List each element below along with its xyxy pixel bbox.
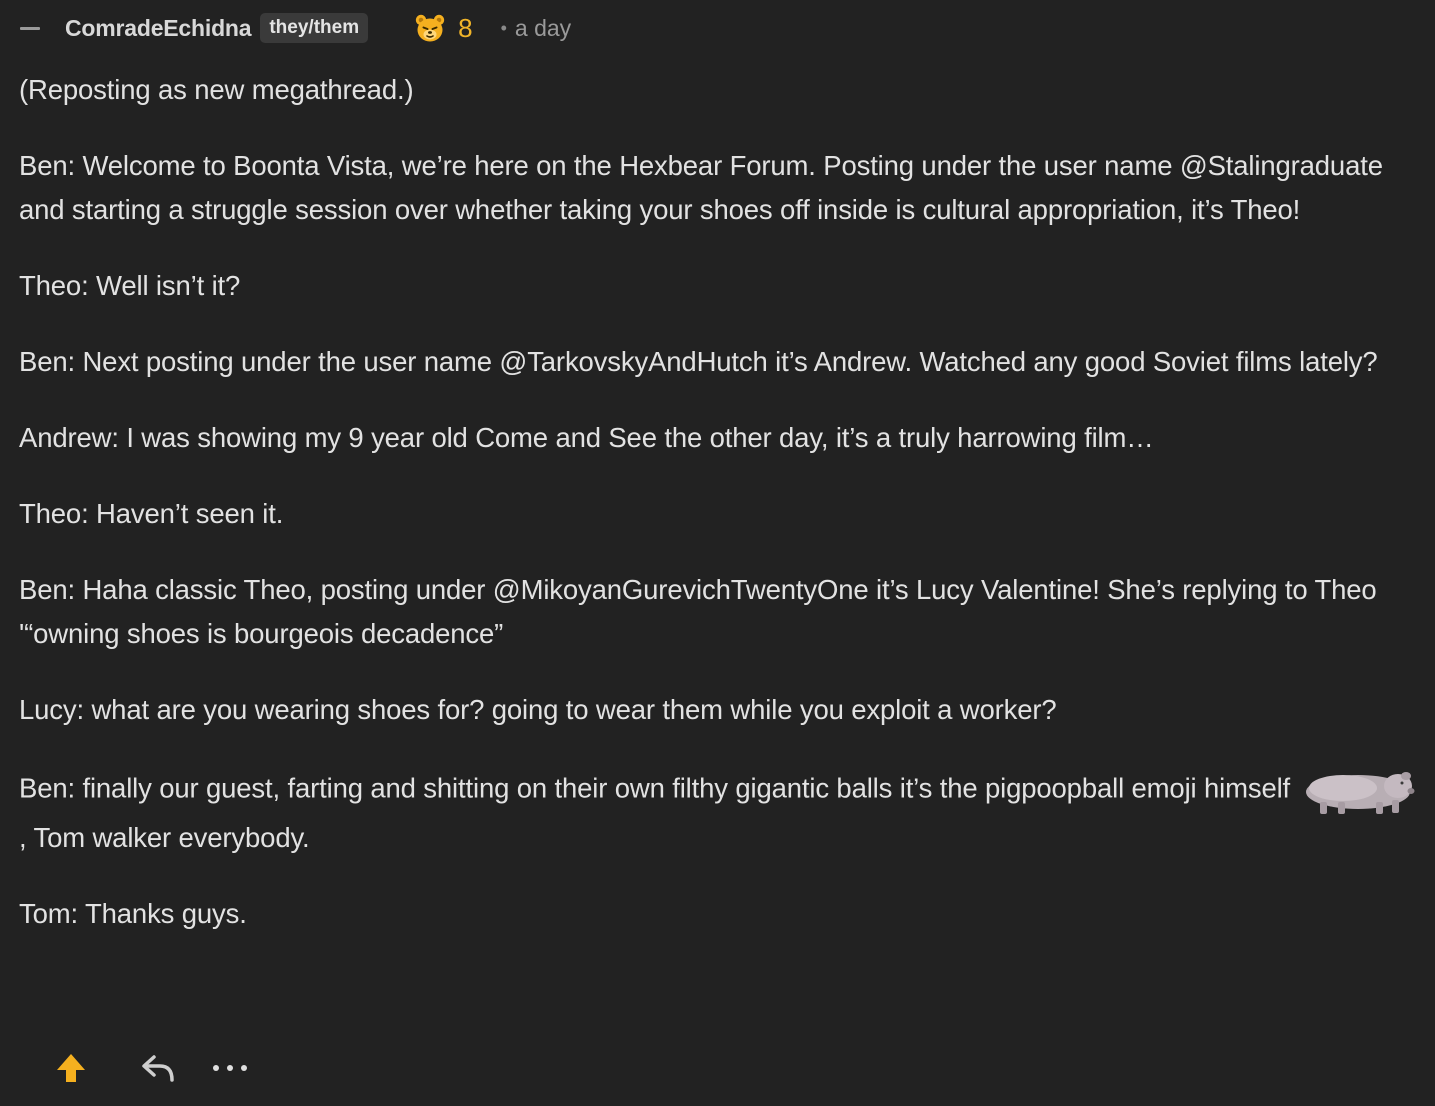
comment-paragraph: Lucy: what are you wearing shoes for? go… [19,694,1057,725]
emoji-paragraph-after: , Tom walker everybody. [19,822,310,853]
comment-actions [52,1044,250,1092]
upvote-button[interactable] [52,1048,90,1088]
comment-paragraph: Ben: Next posting under the user name @T… [19,346,1378,377]
pigpoopball-emoji [1305,772,1415,814]
comment-paragraph: Theo: Well isn’t it? [19,270,241,301]
emoji-paragraph-before: Ben: finally our guest, farting and shit… [19,772,1291,804]
comment-paragraph: Andrew: I was showing my 9 year old Come… [19,422,1154,453]
time-separator: • [500,17,507,38]
reply-icon [142,1055,174,1082]
comment-paragraph: Ben: Haha classic Theo, posting under @M… [19,574,1377,649]
username-link[interactable]: ComradeEchidna [65,15,252,42]
comment-paragraph: Theo: Haven’t seen it. [19,498,284,529]
more-options-icon [213,1065,247,1071]
more-options-button[interactable] [210,1048,250,1088]
comment-paragraph: (Reposting as new megathread.) [19,74,414,105]
comment-body: (Reposting as new megathread.) Ben: Welc… [19,68,1419,968]
comment-paragraph: Ben: Welcome to Boonta Vista, we’re here… [19,150,1383,225]
upvote-arrow-icon [57,1054,85,1082]
timestamp: a day [514,14,572,41]
bear-icon [415,14,445,42]
minus-icon [20,26,40,30]
comment-paragraph-emoji: Ben: finally our guest, farting and shit… [19,764,1419,860]
comment: ComradeEchidna they/them 8 • a day (Repo… [0,0,1435,1106]
pronoun-badge: they/them [260,13,369,43]
score-value: 8 [458,12,473,43]
score: 8 [414,12,473,44]
comment-paragraph: Tom: Thanks guys. [19,898,247,929]
reply-button[interactable] [138,1048,178,1088]
collapse-button[interactable] [18,16,42,40]
comment-header: ComradeEchidna they/them 8 • a day [20,8,571,48]
